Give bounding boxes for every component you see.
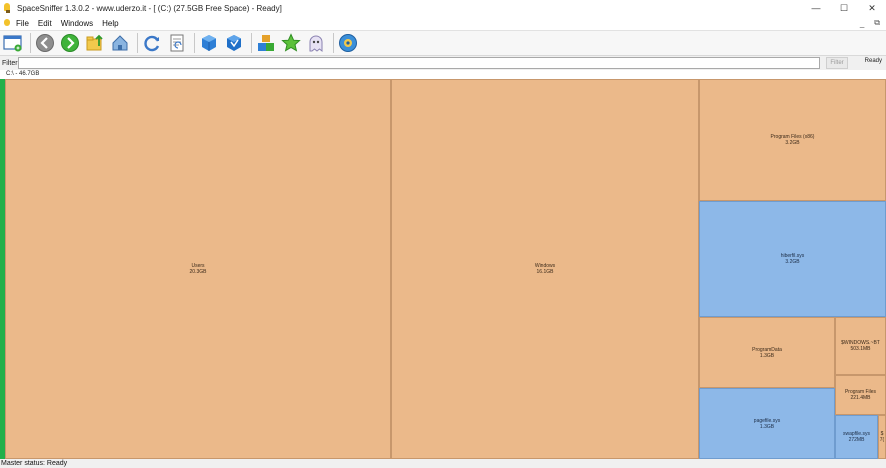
box-shield-icon — [227, 35, 241, 51]
new-scan-icon — [3, 35, 22, 52]
folder-up-icon — [86, 34, 103, 51]
cubes-icon — [258, 35, 274, 51]
refresh-icon — [144, 35, 160, 52]
maximize-button[interactable]: ☐ — [830, 0, 858, 16]
filter-label: Filter — [2, 59, 18, 67]
toolbar-separator — [30, 33, 31, 53]
tile-size: 3.2GB — [785, 259, 800, 265]
window-controls: — ☐ ✕ — [802, 0, 886, 16]
menu-help[interactable]: Help — [102, 19, 118, 28]
mdi-restore-button[interactable]: ⧉ — [874, 18, 880, 28]
tile-size: 1.3GB — [759, 423, 775, 430]
filter-button[interactable]: Filter — [826, 57, 848, 69]
tile-size: 503.1MB — [850, 346, 871, 352]
close-button[interactable]: ✕ — [858, 0, 886, 16]
toolbar — [0, 30, 886, 56]
tile-size: 3.2GB — [785, 140, 800, 146]
toolbar-separator — [251, 33, 252, 53]
toolbar-separator — [333, 33, 334, 53]
new-scan-button[interactable] — [2, 32, 24, 54]
minimize-button[interactable]: — — [802, 0, 830, 16]
forward-icon — [61, 34, 79, 52]
menu-bar: File Edit Windows Help _ ⧉ — [0, 16, 886, 30]
filter-bar: Filter Filter Ready — [0, 56, 886, 70]
report-icon — [170, 34, 184, 52]
spacesniffer-window: SpaceSniffer 1.3.0.2 - www.uderzo.it - [… — [0, 0, 886, 468]
home-icon — [112, 35, 128, 51]
box-blue-icon — [202, 35, 216, 51]
current-path: C:\ - 46.7GB — [0, 70, 886, 79]
tile-users[interactable]: Users 20.3GB — [5, 79, 391, 459]
tile-program-files-x86[interactable]: Program Files (x86) 3.2GB — [699, 79, 886, 201]
back-button[interactable] — [34, 32, 56, 54]
mdi-controls: _ ⧉ — [860, 16, 880, 30]
star-icon — [281, 33, 301, 52]
tile-size: 7( — [879, 437, 885, 443]
tile-size: 16.1GB — [536, 269, 554, 275]
folder-up-button[interactable] — [84, 32, 106, 54]
box-button[interactable] — [198, 32, 220, 54]
status-bar: Master status: Ready — [0, 459, 886, 468]
scan-status: Ready — [864, 58, 882, 64]
refresh-button[interactable] — [141, 32, 163, 54]
title-bar: SpaceSniffer 1.3.0.2 - www.uderzo.it - [… — [0, 0, 886, 16]
forward-button[interactable] — [59, 32, 81, 54]
tile-hiberfil[interactable]: hiberfil.sys 3.2GB — [699, 201, 886, 317]
ghost-button[interactable] — [305, 32, 327, 54]
tile-swapfile[interactable]: swapfile.sys 272MB — [835, 415, 878, 459]
document-icon[interactable] — [3, 18, 12, 28]
settings-button[interactable] — [337, 32, 359, 54]
window-title: SpaceSniffer 1.3.0.2 - www.uderzo.it - [… — [17, 3, 282, 13]
app-logo-icon — [3, 3, 13, 13]
tile-program-files[interactable]: Program Files 221.4MB — [835, 375, 886, 415]
cubes-button[interactable] — [255, 32, 277, 54]
toolbar-separator — [194, 33, 195, 53]
tile-size: 20.3GB — [189, 269, 207, 275]
home-button[interactable] — [109, 32, 131, 54]
tile-size: 272MB — [848, 437, 865, 443]
tile-windows-bt[interactable]: $WINDOWS.~BT 503.1MB — [835, 317, 886, 375]
menu-file[interactable]: File — [16, 19, 29, 28]
back-icon — [36, 34, 54, 52]
tile-small-folder[interactable]: $ 7( — [878, 415, 886, 459]
tile-windows[interactable]: Windows 16.1GB — [391, 79, 699, 459]
mdi-minimize-button[interactable]: _ — [860, 19, 864, 28]
report-button[interactable] — [166, 32, 188, 54]
tile-size: 221.4MB — [850, 395, 871, 401]
tile-pagefile[interactable]: pagefile.sys 1.3GB — [699, 388, 835, 459]
settings-icon — [339, 34, 357, 52]
tile-programdata[interactable]: ProgramData 1.3GB — [699, 317, 835, 388]
favorites-button[interactable] — [280, 32, 302, 54]
shield-box-button[interactable] — [223, 32, 245, 54]
treemap: Users 20.3GB Windows 16.1GB Program File… — [0, 79, 886, 459]
menu-windows[interactable]: Windows — [61, 19, 93, 28]
filter-input[interactable] — [18, 57, 820, 69]
toolbar-separator — [137, 33, 138, 53]
tile-size: 1.3GB — [759, 352, 775, 359]
menu-edit[interactable]: Edit — [38, 19, 52, 28]
ghost-icon — [309, 35, 323, 53]
